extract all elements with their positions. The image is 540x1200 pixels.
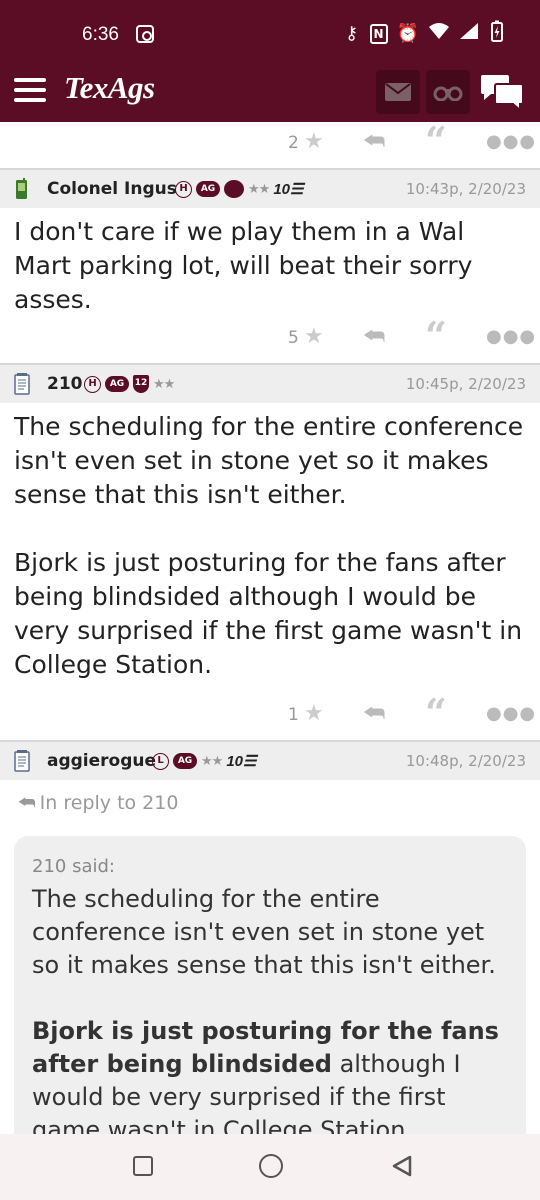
post-username[interactable]: 210: [47, 374, 83, 394]
quote-icon[interactable]: “: [425, 694, 447, 732]
more-icon[interactable]: ●●●: [486, 131, 536, 152]
quote-paragraph: The scheduling for the entire conference…: [32, 885, 496, 979]
post-paragraph: The scheduling for the entire conference…: [14, 412, 524, 509]
battery-icon: [488, 20, 506, 47]
post-body: The scheduling for the entire conference…: [0, 403, 540, 682]
system-nav-bar: [0, 1134, 540, 1200]
user-badges: H AG 12 ★★: [84, 375, 175, 393]
app-bar: TexAgs: [0, 62, 540, 122]
watch-button[interactable]: [426, 70, 470, 114]
nfc-icon: N: [369, 23, 388, 44]
chat-icon: [481, 75, 524, 113]
quote-author: 210 said:: [32, 856, 115, 877]
chat-button[interactable]: [479, 74, 525, 113]
status-time: 6:36: [82, 24, 119, 45]
more-icon[interactable]: ●●●: [486, 326, 536, 347]
key-icon: ⚷: [344, 23, 359, 44]
post-paragraph: I don't care if we play them in a Wal Ma…: [14, 217, 473, 314]
post-username[interactable]: Colonel Ingus: [47, 179, 177, 199]
ag-badge: AG: [105, 376, 129, 392]
post-header: 210 H AG 12 ★★ 10:45p, 2/20/23: [0, 363, 540, 403]
quote-paragraph: Bjork is just posturing for the fans aft…: [32, 1015, 508, 1134]
texags-logo[interactable]: TexAgs: [64, 70, 155, 106]
reply-icon[interactable]: ⮪: [363, 322, 385, 350]
home-button[interactable]: [259, 1154, 283, 1178]
star-icon[interactable]: ★: [304, 129, 324, 154]
post-body: I don't care if we play them in a Wal Ma…: [0, 208, 540, 317]
reply-arrow-icon: ⮪: [18, 792, 36, 814]
post-actions: 2 ★ ⮪ “ ●●●: [0, 122, 540, 168]
signal-icon: [459, 22, 479, 45]
post-timestamp: 10:48p, 2/20/23: [405, 752, 526, 770]
post-actions: 5 ★ ⮪ “ ●●●: [0, 317, 540, 363]
rank-badge: H: [175, 180, 192, 198]
in-reply-to[interactable]: ⮪ In reply to 210: [0, 780, 540, 830]
star-count: 2: [288, 133, 299, 153]
quote-block: 210 said: The scheduling for the entire …: [14, 836, 526, 1134]
ten-badge: 10☰: [273, 181, 304, 198]
star-count: 1: [288, 705, 299, 725]
post-timestamp: 10:43p, 2/20/23: [405, 180, 526, 198]
rank-badge: H: [84, 375, 101, 393]
star-icon[interactable]: ★: [304, 324, 324, 349]
reply-icon[interactable]: ⮪: [363, 127, 385, 155]
recents-button[interactable]: [133, 1156, 153, 1176]
team-logo-icon: [224, 180, 244, 198]
post-header: Colonel Ingus H AG ★★ 10☰ 10:43p, 2/20/2…: [0, 168, 540, 208]
back-button[interactable]: [390, 1154, 414, 1178]
phone-icon: [16, 178, 27, 199]
post-timestamp: 10:45p, 2/20/23: [405, 375, 526, 393]
user-badges: H AG ★★ 10☰: [175, 180, 303, 198]
alarm-icon: ⏰: [396, 23, 419, 44]
shield-badge: 12: [133, 375, 149, 393]
cast-icon: [136, 25, 154, 43]
more-icon[interactable]: ●●●: [486, 703, 536, 724]
menu-icon[interactable]: [14, 78, 46, 104]
wifi-icon: [428, 22, 450, 45]
in-reply-text: In reply to 210: [39, 792, 179, 814]
stars-badge: ★★: [201, 753, 223, 769]
messages-button[interactable]: [376, 70, 420, 114]
quote-icon[interactable]: “: [425, 122, 447, 160]
user-badges: L AG ★★ 10☰: [152, 752, 256, 770]
reply-icon[interactable]: ⮪: [363, 699, 385, 727]
status-bar: 6:36 ⚷ N ⏰: [0, 0, 540, 62]
thread-content: 2 ★ ⮪ “ ●●● Colonel Ingus H AG ★★ 10☰ 10…: [0, 122, 540, 1134]
notepad-icon: [14, 750, 30, 772]
quote-icon[interactable]: “: [425, 317, 447, 355]
ag-badge: AG: [196, 181, 220, 197]
post-username[interactable]: aggierogue: [47, 751, 156, 771]
rank-badge: L: [152, 752, 169, 770]
post-paragraph: Bjork is just posturing for the fans aft…: [14, 548, 523, 679]
post-header: aggierogue L AG ★★ 10☰ 10:48p, 2/20/23: [0, 740, 540, 780]
star-icon[interactable]: ★: [304, 701, 324, 726]
star-count: 5: [288, 328, 299, 348]
ag-badge: AG: [173, 753, 197, 769]
notepad-icon: [14, 373, 30, 395]
binoculars-icon: [433, 86, 463, 101]
status-icons: ⚷ N ⏰: [343, 20, 506, 47]
ten-badge: 10☰: [226, 753, 257, 770]
mail-icon: [385, 83, 411, 101]
stars-badge: ★★: [153, 376, 175, 392]
stars-badge: ★★: [248, 181, 270, 197]
post-actions: 1 ★ ⮪ “ ●●●: [0, 694, 540, 740]
